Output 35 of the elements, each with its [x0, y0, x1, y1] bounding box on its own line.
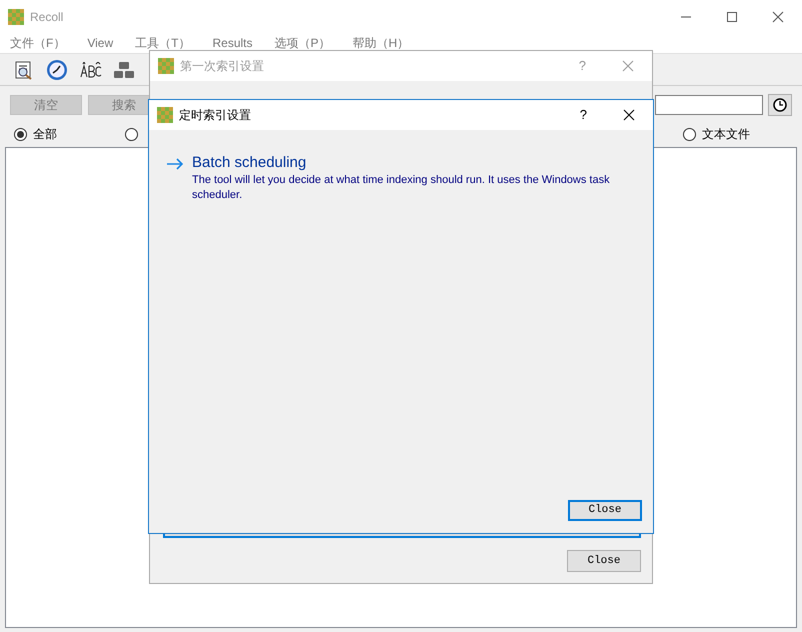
radio-label: 全部: [33, 126, 57, 143]
clock-icon: [773, 98, 787, 112]
app-icon: [157, 107, 173, 123]
window-title: Recoll: [30, 8, 64, 26]
menu-item[interactable]: 文件（F）: [10, 34, 66, 52]
dialog-title: 第一次索引设置: [180, 58, 264, 75]
menu-item[interactable]: View: [87, 34, 114, 52]
app-icon: [8, 8, 24, 24]
menu-item[interactable]: 帮助（H）: [352, 34, 410, 52]
spell-check-icon[interactable]: [80, 62, 102, 78]
radio-button[interactable]: [683, 128, 696, 140]
radio-label: 文本文件: [702, 126, 750, 143]
search-document-icon[interactable]: [14, 60, 34, 80]
menu-item[interactable]: 选项（P）: [274, 34, 331, 52]
help-button[interactable]: ?: [580, 105, 587, 125]
search-field[interactable]: [655, 94, 763, 114]
clock-icon[interactable]: [46, 58, 68, 80]
menu-item[interactable]: Results: [212, 34, 252, 52]
option-description: The tool will let you decide at what time indexing should run. It uses the Windows task scheduler.: [192, 173, 611, 203]
radio-button[interactable]: [14, 128, 27, 140]
close-button[interactable]: Close: [568, 500, 642, 521]
radio-button[interactable]: [125, 128, 138, 140]
close-icon[interactable]: [772, 10, 784, 22]
option-title: Batch scheduling: [192, 153, 308, 173]
arrow-icon: [167, 158, 184, 170]
blocks-icon[interactable]: [114, 60, 134, 78]
batch-scheduling-option[interactable]: Batch scheduling The tool will let you decide at what time indexing should run. It uses the Windows task scheduler.: [167, 153, 642, 203]
menu-item[interactable]: 工具（T）: [135, 34, 190, 52]
maximize-icon[interactable]: [726, 10, 738, 22]
help-button[interactable]: ?: [578, 56, 586, 76]
schedule-button[interactable]: [768, 94, 792, 116]
close-button[interactable]: Close: [567, 550, 641, 572]
dialog-title: 定时索引设置: [179, 107, 251, 124]
close-icon[interactable]: [623, 109, 635, 121]
app-icon: [158, 58, 174, 74]
